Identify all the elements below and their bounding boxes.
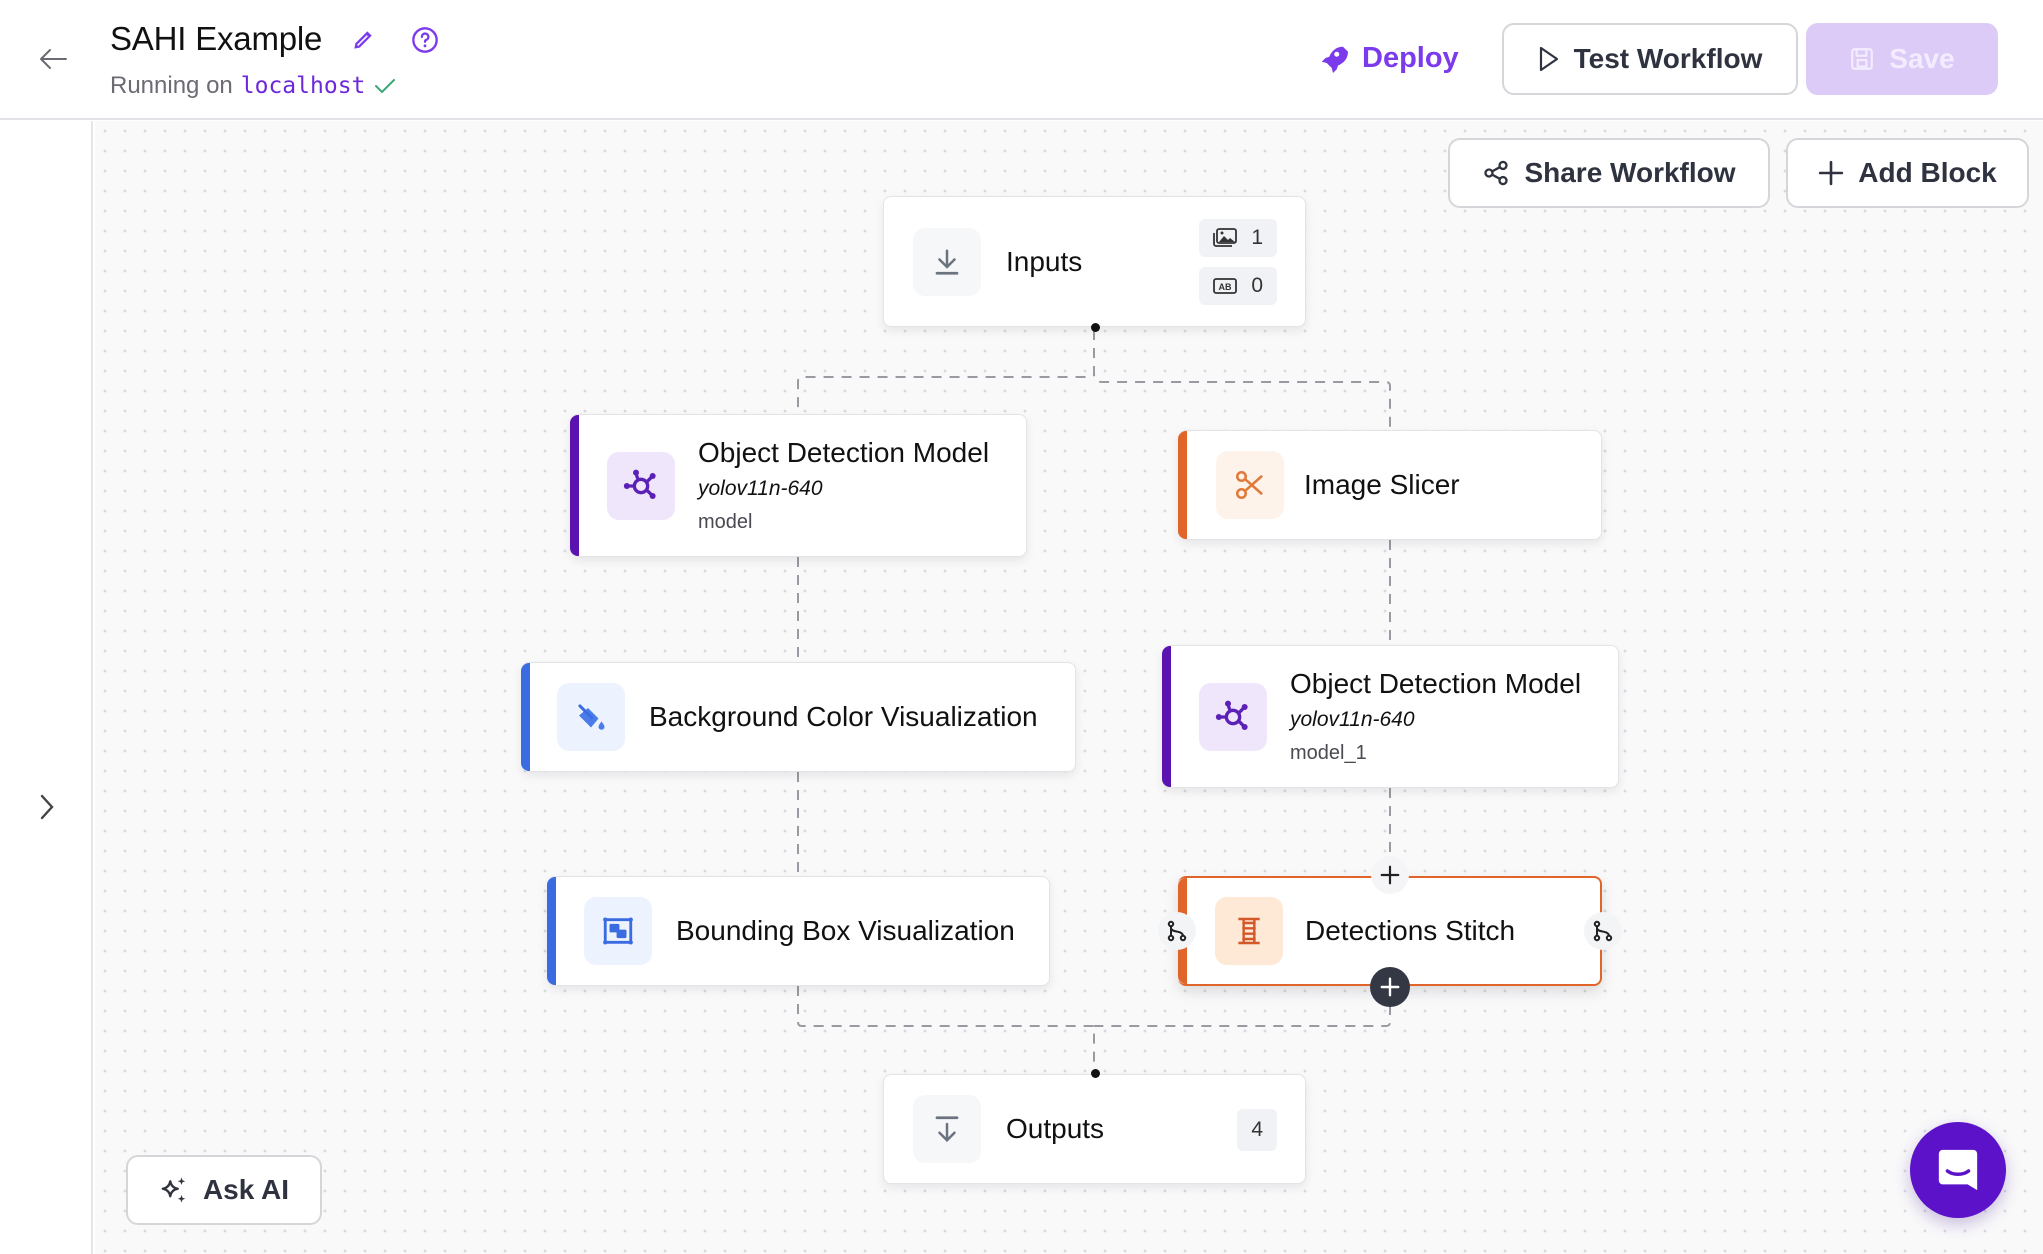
ask-ai-button[interactable]: Ask AI bbox=[126, 1155, 322, 1225]
add-block-button[interactable]: Add Block bbox=[1786, 138, 2029, 208]
node-label: Image Slicer bbox=[1304, 469, 1460, 500]
chat-support-button[interactable] bbox=[1910, 1122, 2006, 1218]
outputs-icon-box bbox=[913, 1095, 981, 1163]
node-label: Bounding Box Visualization bbox=[676, 915, 1015, 946]
branch-right-handle[interactable] bbox=[1584, 912, 1622, 950]
param-count-value: 0 bbox=[1251, 274, 1263, 297]
node-outputs[interactable]: Outputs 4 bbox=[883, 1069, 1306, 1184]
node-background-color-visualization[interactable]: Background Color Visualization bbox=[521, 662, 1076, 772]
step-name: model_1 bbox=[1290, 742, 1367, 764]
add-block-label: Add Block bbox=[1858, 157, 1997, 188]
svg-text:AB: AB bbox=[1219, 282, 1232, 292]
host-name: localhost bbox=[240, 73, 366, 99]
test-workflow-label: Test Workflow bbox=[1573, 43, 1763, 74]
node-label: Inputs bbox=[1006, 245, 1083, 277]
share-workflow-button[interactable]: Share Workflow bbox=[1448, 138, 1770, 208]
node-label: Object Detection Model bbox=[1290, 668, 1582, 699]
model-id: yolov11n-640 bbox=[698, 477, 823, 500]
stitch-icon bbox=[1238, 917, 1260, 945]
output-count: 4 bbox=[1237, 1109, 1277, 1151]
status-prefix: Running on bbox=[110, 72, 233, 99]
model-icon-box bbox=[607, 451, 675, 520]
deploy-button[interactable]: Deploy bbox=[1318, 36, 1459, 80]
play-icon bbox=[1539, 46, 1558, 72]
git-branch-icon bbox=[1167, 920, 1187, 942]
plus-icon bbox=[1819, 160, 1844, 186]
viz-icon-box bbox=[584, 897, 652, 965]
question-circle-icon bbox=[412, 27, 438, 53]
node-label: Object Detection Model bbox=[698, 437, 990, 468]
download-to-line-icon bbox=[935, 1116, 959, 1143]
floppy-disk-icon bbox=[1851, 48, 1874, 70]
git-branch-icon bbox=[1593, 920, 1613, 942]
ask-ai-label: Ask AI bbox=[202, 1174, 290, 1205]
left-sidebar bbox=[0, 121, 93, 1254]
plus-icon bbox=[1380, 865, 1400, 885]
help-button[interactable] bbox=[409, 24, 441, 56]
node-label: Detections Stitch bbox=[1305, 915, 1516, 946]
paint-bucket-icon bbox=[578, 704, 605, 730]
save-label: Save bbox=[1889, 43, 1955, 74]
input-handle[interactable] bbox=[1091, 1069, 1100, 1078]
model-icon-box bbox=[1199, 682, 1267, 751]
graph-network-icon bbox=[623, 469, 656, 499]
expand-sidebar-button[interactable] bbox=[30, 789, 64, 825]
node-object-detection-model-1[interactable]: Object Detection Model yolov11n-640 mode… bbox=[1162, 645, 1619, 788]
share-workflow-label: Share Workflow bbox=[1524, 157, 1736, 188]
image-input-count: 1 bbox=[1199, 219, 1277, 257]
save-button[interactable]: Save bbox=[1806, 23, 1998, 95]
chat-bubble-smile-icon bbox=[1938, 1149, 1978, 1191]
graph-network-icon bbox=[1215, 700, 1248, 730]
share-icon bbox=[1484, 160, 1509, 186]
pencil-icon bbox=[354, 31, 372, 49]
deploy-label: Deploy bbox=[1362, 41, 1459, 74]
node-label: Background Color Visualization bbox=[649, 701, 1038, 732]
images-icon bbox=[1213, 228, 1238, 247]
step-name: model bbox=[698, 511, 753, 533]
arrow-left-icon bbox=[40, 49, 67, 69]
scissors-icon bbox=[1235, 470, 1263, 500]
node-label: Outputs bbox=[1006, 1113, 1105, 1144]
output-count-value: 4 bbox=[1251, 1118, 1263, 1141]
download-icon bbox=[935, 249, 959, 275]
add-step-below-button[interactable] bbox=[1370, 967, 1410, 1007]
node-bounding-box-visualization[interactable]: Bounding Box Visualization bbox=[547, 876, 1050, 986]
output-handle[interactable] bbox=[1091, 323, 1100, 332]
image-count-value: 1 bbox=[1251, 226, 1263, 249]
branch-left-handle[interactable] bbox=[1158, 912, 1196, 950]
plus-icon bbox=[1380, 977, 1400, 997]
rocket-icon bbox=[1321, 46, 1348, 73]
chevron-right-icon bbox=[40, 794, 54, 820]
node-object-detection-model[interactable]: Object Detection Model yolov11n-640 mode… bbox=[570, 414, 1027, 557]
test-workflow-button[interactable]: Test Workflow bbox=[1502, 23, 1798, 95]
add-step-above-button[interactable] bbox=[1371, 856, 1409, 894]
node-image-slicer[interactable]: Image Slicer bbox=[1178, 430, 1602, 540]
viz-icon-box bbox=[557, 683, 625, 751]
stitch-icon-box bbox=[1215, 897, 1283, 965]
connection-status: Running on localhost bbox=[110, 72, 397, 100]
bounding-box-icon bbox=[603, 917, 633, 945]
model-id: yolov11n-640 bbox=[1290, 708, 1415, 731]
edit-title-button[interactable] bbox=[347, 24, 379, 56]
parameter-input-count: AB 0 bbox=[1199, 267, 1277, 305]
workflow-title: SAHI Example bbox=[110, 20, 323, 57]
node-inputs[interactable]: Inputs 1 AB 0 bbox=[883, 196, 1306, 332]
back-button[interactable] bbox=[36, 42, 70, 76]
top-header: SAHI Example Running on localhost Deploy… bbox=[0, 0, 2043, 120]
slicer-icon-box bbox=[1216, 451, 1284, 519]
text-ab-icon: AB bbox=[1213, 278, 1238, 294]
check-icon bbox=[375, 79, 396, 94]
sparkles-icon bbox=[161, 1177, 186, 1203]
inputs-icon-box bbox=[913, 227, 981, 296]
